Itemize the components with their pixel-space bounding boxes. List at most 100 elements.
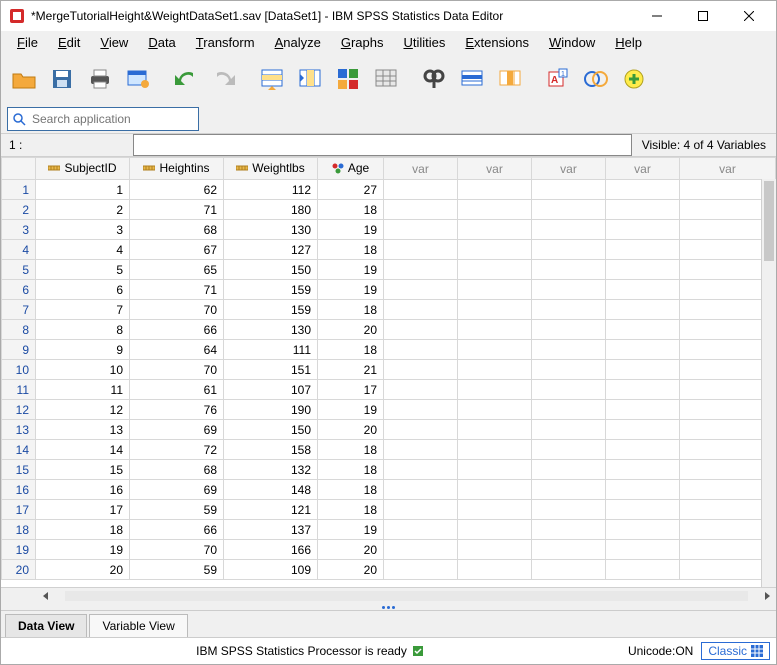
table-row[interactable]: 10107015121 [2, 360, 776, 380]
maximize-button[interactable] [680, 1, 726, 31]
cell[interactable]: 76 [130, 400, 224, 420]
cell[interactable] [532, 560, 606, 580]
open-icon[interactable] [7, 62, 41, 96]
vertical-scrollbar[interactable] [761, 179, 776, 587]
table-row[interactable]: 15156813218 [2, 460, 776, 480]
cell[interactable] [606, 500, 680, 520]
cell[interactable] [458, 460, 532, 480]
cell[interactable] [532, 400, 606, 420]
cell[interactable] [532, 540, 606, 560]
row-header[interactable]: 18 [2, 520, 36, 540]
row-header[interactable]: 20 [2, 560, 36, 580]
cell[interactable]: 18 [318, 500, 384, 520]
cell[interactable] [384, 520, 458, 540]
cell[interactable]: 20 [318, 320, 384, 340]
cell[interactable] [606, 540, 680, 560]
table-row[interactable]: 116211227 [2, 180, 776, 200]
cell[interactable] [384, 460, 458, 480]
table-row[interactable]: 777015918 [2, 300, 776, 320]
cell[interactable]: 19 [318, 520, 384, 540]
menu-help[interactable]: Help [605, 33, 652, 52]
cell[interactable] [606, 380, 680, 400]
table-row[interactable]: 14147215818 [2, 440, 776, 460]
cell[interactable] [458, 520, 532, 540]
cell[interactable] [606, 360, 680, 380]
search-input[interactable] [30, 109, 198, 129]
cell[interactable]: 3 [36, 220, 130, 240]
data-grid[interactable]: SubjectID Heightins Weightlbs Age var va… [1, 157, 776, 580]
minimize-button[interactable] [634, 1, 680, 31]
cell[interactable]: 150 [224, 420, 318, 440]
cell[interactable]: 68 [130, 460, 224, 480]
cell[interactable]: 20 [318, 540, 384, 560]
row-header[interactable]: 16 [2, 480, 36, 500]
row-header[interactable]: 2 [2, 200, 36, 220]
cell[interactable]: 66 [130, 520, 224, 540]
cell[interactable]: 19 [36, 540, 130, 560]
cell[interactable] [384, 360, 458, 380]
cell[interactable]: 18 [318, 460, 384, 480]
cell[interactable]: 27 [318, 180, 384, 200]
cell[interactable] [384, 480, 458, 500]
row-header[interactable]: 15 [2, 460, 36, 480]
menu-extensions[interactable]: Extensions [455, 33, 539, 52]
table-row[interactable]: 996411118 [2, 340, 776, 360]
cell[interactable] [532, 300, 606, 320]
cell[interactable]: 20 [36, 560, 130, 580]
cell[interactable] [384, 560, 458, 580]
cell[interactable]: 121 [224, 500, 318, 520]
cell[interactable]: 59 [130, 500, 224, 520]
table-row[interactable]: 227118018 [2, 200, 776, 220]
cell[interactable] [458, 420, 532, 440]
cell[interactable]: 107 [224, 380, 318, 400]
cell[interactable]: 20 [318, 420, 384, 440]
cell[interactable] [606, 440, 680, 460]
table-row[interactable]: 12127619019 [2, 400, 776, 420]
cell[interactable] [384, 220, 458, 240]
table-row[interactable]: 446712718 [2, 240, 776, 260]
cell[interactable] [458, 320, 532, 340]
find-icon[interactable] [417, 62, 451, 96]
cell[interactable] [384, 240, 458, 260]
cell[interactable]: 180 [224, 200, 318, 220]
table-row[interactable]: 19197016620 [2, 540, 776, 560]
table-row[interactable]: 667115919 [2, 280, 776, 300]
close-button[interactable] [726, 1, 772, 31]
cell[interactable] [458, 560, 532, 580]
redo-icon[interactable] [207, 62, 241, 96]
goto-case-icon[interactable] [255, 62, 289, 96]
column-header-var[interactable]: var [606, 158, 680, 180]
cell[interactable] [384, 200, 458, 220]
cell[interactable]: 7 [36, 300, 130, 320]
cell[interactable]: 71 [130, 200, 224, 220]
cell[interactable]: 130 [224, 320, 318, 340]
menu-view[interactable]: View [90, 33, 138, 52]
cell[interactable]: 69 [130, 480, 224, 500]
cell[interactable] [458, 440, 532, 460]
cell[interactable]: 18 [318, 340, 384, 360]
cell[interactable] [532, 280, 606, 300]
cell[interactable] [384, 540, 458, 560]
tab-variable-view[interactable]: Variable View [89, 614, 187, 637]
cell[interactable]: 6 [36, 280, 130, 300]
cell[interactable]: 68 [130, 220, 224, 240]
cell[interactable]: 18 [318, 300, 384, 320]
cell[interactable] [458, 260, 532, 280]
cell[interactable]: 17 [36, 500, 130, 520]
cell[interactable]: 18 [318, 240, 384, 260]
cell[interactable]: 19 [318, 260, 384, 280]
column-header-var[interactable]: var [532, 158, 606, 180]
cell[interactable] [606, 280, 680, 300]
cell[interactable]: 8 [36, 320, 130, 340]
column-header-weightlbs[interactable]: Weightlbs [224, 158, 318, 180]
menu-transform[interactable]: Transform [186, 33, 265, 52]
row-header[interactable]: 11 [2, 380, 36, 400]
cell[interactable]: 69 [130, 420, 224, 440]
cell[interactable]: 66 [130, 320, 224, 340]
cell[interactable]: 109 [224, 560, 318, 580]
goto-variable-icon[interactable] [293, 62, 327, 96]
row-header[interactable]: 5 [2, 260, 36, 280]
cell[interactable]: 11 [36, 380, 130, 400]
cell[interactable]: 166 [224, 540, 318, 560]
table-row[interactable]: 556515019 [2, 260, 776, 280]
